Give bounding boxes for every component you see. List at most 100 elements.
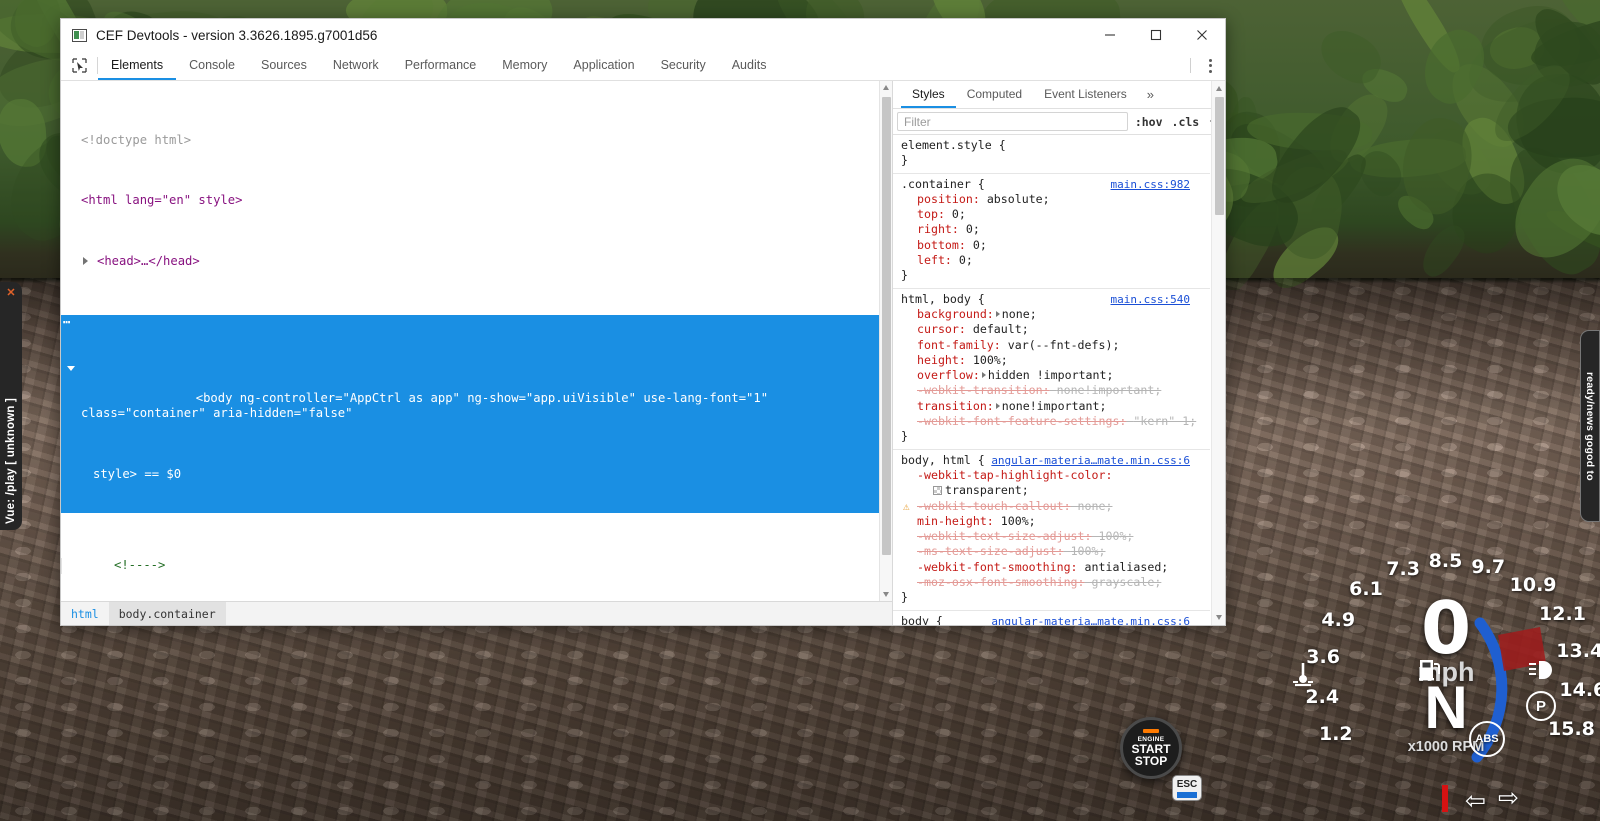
style-declaration[interactable]: -ms-text-size-adjust: 100%; <box>901 544 1210 559</box>
style-property-value[interactable]: 0; <box>966 222 980 236</box>
style-property-value[interactable]: 100%; <box>1099 529 1134 543</box>
style-property-value[interactable]: default; <box>973 322 1029 336</box>
style-property-value[interactable]: 100%; <box>1071 544 1106 558</box>
expand-arrow-icon[interactable] <box>981 372 986 379</box>
style-declaration[interactable]: min-height: 100%; <box>901 514 1210 529</box>
style-property-name[interactable]: -moz-osx-font-smoothing: <box>917 575 1085 589</box>
styles-scroll-up-icon[interactable] <box>1215 86 1222 91</box>
tab-audits[interactable]: Audits <box>719 51 780 80</box>
styles-scrollbar-thumb[interactable] <box>1214 97 1224 215</box>
ready-news-tab[interactable]: ready/news gogod to <box>1580 330 1600 522</box>
style-declaration[interactable]: position: absolute; <box>901 192 1210 207</box>
style-rule[interactable]: .container {main.css:982 position: absolu… <box>893 174 1210 289</box>
style-property-name[interactable]: right: <box>917 222 959 236</box>
style-declaration[interactable]: transition: none!important; <box>901 399 1210 414</box>
styles-rules-list[interactable]: element.style {} .container {main.css:982… <box>893 135 1225 625</box>
style-property-value[interactable]: antialiased; <box>1085 560 1169 574</box>
expand-dots[interactable]: ⋯ <box>63 315 70 330</box>
style-declaration[interactable]: right: 0; <box>901 222 1210 237</box>
arrow-right-key[interactable]: ⇨ <box>1498 783 1519 813</box>
style-declaration[interactable]: -webkit-tap-highlight-color: transparent… <box>901 468 1210 499</box>
style-property-value[interactable]: "kern" 1; <box>1133 414 1196 428</box>
dom-scroll-area[interactable]: <!doctype html> <html lang="en" style> <… <box>61 81 892 601</box>
tab-performance[interactable]: Performance <box>392 51 490 80</box>
styles-tab-styles[interactable]: Styles <box>901 81 956 108</box>
style-rule[interactable]: body, html {angular-materia…mate.min.css… <box>893 450 1210 611</box>
dom-line-head[interactable]: <head>…</head> <box>61 254 892 269</box>
chevron-double-right-icon[interactable]: » <box>1138 81 1163 108</box>
style-property-name[interactable]: -ms-text-size-adjust: <box>917 544 1064 558</box>
expand-arrow-icon[interactable] <box>995 402 1000 409</box>
style-declaration[interactable]: -moz-osx-font-smoothing: grayscale; <box>901 575 1210 590</box>
style-property-value[interactable]: 0; <box>959 253 973 267</box>
style-rule[interactable]: html, body {main.css:540 background: none;… <box>893 289 1210 450</box>
tab-application[interactable]: Application <box>560 51 647 80</box>
engine-start-stop-button[interactable]: ENGINE START STOP <box>1120 717 1182 779</box>
style-property-name[interactable]: top: <box>917 207 945 221</box>
element-classes-button[interactable]: .cls <box>1170 115 1202 129</box>
style-property-name[interactable]: -webkit-text-size-adjust: <box>917 529 1092 543</box>
tab-memory[interactable]: Memory <box>489 51 560 80</box>
vue-route-tab[interactable]: ✕ Vue: /play [ unknown ] <box>0 282 22 530</box>
style-property-name[interactable]: position: <box>917 192 980 206</box>
dom-tree[interactable]: <!doctype html> <html lang="en" style> <… <box>61 81 892 601</box>
close-button[interactable] <box>1179 19 1225 51</box>
style-declaration[interactable]: overflow: hidden !important; <box>901 368 1210 383</box>
style-property-name[interactable]: -webkit-font-feature-settings: <box>917 414 1126 428</box>
style-property-value[interactable]: absolute; <box>987 192 1050 206</box>
arrow-left-key[interactable]: ⇦ <box>1465 786 1486 816</box>
style-declaration[interactable]: left: 0; <box>901 253 1210 268</box>
styles-scroll-down-icon[interactable] <box>1215 615 1222 620</box>
style-declaration[interactable]: top: 0; <box>901 207 1210 222</box>
style-declaration[interactable]: background: none; <box>901 307 1210 322</box>
style-declaration[interactable]: height: 100%; <box>901 353 1210 368</box>
inspect-cursor-icon[interactable] <box>61 51 97 80</box>
tab-network[interactable]: Network <box>320 51 392 80</box>
close-icon[interactable]: ✕ <box>6 286 15 299</box>
esc-key-button[interactable]: ESC <box>1172 775 1202 801</box>
tab-sources[interactable]: Sources <box>248 51 320 80</box>
scroll-down-icon[interactable] <box>883 592 889 597</box>
styles-tab-computed[interactable]: Computed <box>956 81 1033 108</box>
style-rule-source-link[interactable]: angular-materia…mate.min.css:6 <box>991 453 1190 468</box>
style-rule-source-link[interactable]: angular-materia…mate.min.css:6 <box>991 614 1190 625</box>
style-rule-source-link[interactable]: main.css:540 <box>1111 292 1190 307</box>
style-property-value[interactable]: grayscale; <box>1092 575 1162 589</box>
style-property-value[interactable]: 0; <box>952 207 966 221</box>
tab-elements[interactable]: Elements <box>98 51 177 80</box>
style-rule[interactable]: element.style {} <box>893 135 1210 174</box>
style-declaration[interactable]: ⚠ -webkit-touch-callout: none; <box>901 499 1210 514</box>
style-declaration[interactable]: -webkit-transition: none!important; <box>901 383 1210 398</box>
style-property-name[interactable]: -webkit-touch-callout: <box>917 499 1071 513</box>
style-property-name[interactable]: bottom: <box>917 238 966 252</box>
style-declaration[interactable]: font-family: var(--fnt-defs); <box>901 338 1210 353</box>
style-rule-source-link[interactable]: main.css:982 <box>1111 177 1190 192</box>
style-property-name[interactable]: -webkit-font-smoothing: <box>917 560 1078 574</box>
styles-tab-event-listeners[interactable]: Event Listeners <box>1033 81 1138 108</box>
collapse-arrow-icon[interactable] <box>67 365 75 371</box>
style-property-name[interactable]: left: <box>917 253 952 267</box>
style-property-name[interactable]: overflow: <box>917 368 980 382</box>
dom-scrollbar[interactable] <box>879 81 892 601</box>
style-property-name[interactable]: -webkit-transition: <box>917 383 1050 397</box>
style-rule[interactable]: body {angular-materia…mate.min.css:6marg… <box>893 611 1210 625</box>
kebab-menu-icon[interactable] <box>1195 51 1225 80</box>
style-property-value[interactable]: none!important; <box>1057 383 1162 397</box>
tab-security[interactable]: Security <box>648 51 719 80</box>
style-property-name[interactable]: -webkit-tap-highlight-color: <box>917 468 1112 482</box>
style-declaration[interactable]: -webkit-font-feature-settings: "kern" 1; <box>901 414 1210 429</box>
style-property-value[interactable]: 100%; <box>973 353 1008 367</box>
style-property-value[interactable]: 0; <box>973 238 987 252</box>
style-property-name[interactable]: min-height: <box>917 514 994 528</box>
style-property-value[interactable]: var(--fnt-defs); <box>1008 338 1120 352</box>
style-property-name[interactable]: transition: <box>917 399 994 413</box>
styles-filter-input[interactable] <box>897 112 1128 131</box>
breadcrumb-item[interactable]: html <box>61 602 109 626</box>
style-property-name[interactable]: cursor: <box>917 322 966 336</box>
scroll-up-icon[interactable] <box>883 85 889 90</box>
maximize-button[interactable] <box>1133 19 1179 51</box>
dom-line-body-selected[interactable]: ⋯ <body ng-controller="AppCtrl as app" n… <box>61 315 892 513</box>
tab-console[interactable]: Console <box>176 51 248 80</box>
style-property-value[interactable]: none; <box>1078 499 1113 513</box>
force-state-button[interactable]: :hov <box>1133 115 1165 129</box>
